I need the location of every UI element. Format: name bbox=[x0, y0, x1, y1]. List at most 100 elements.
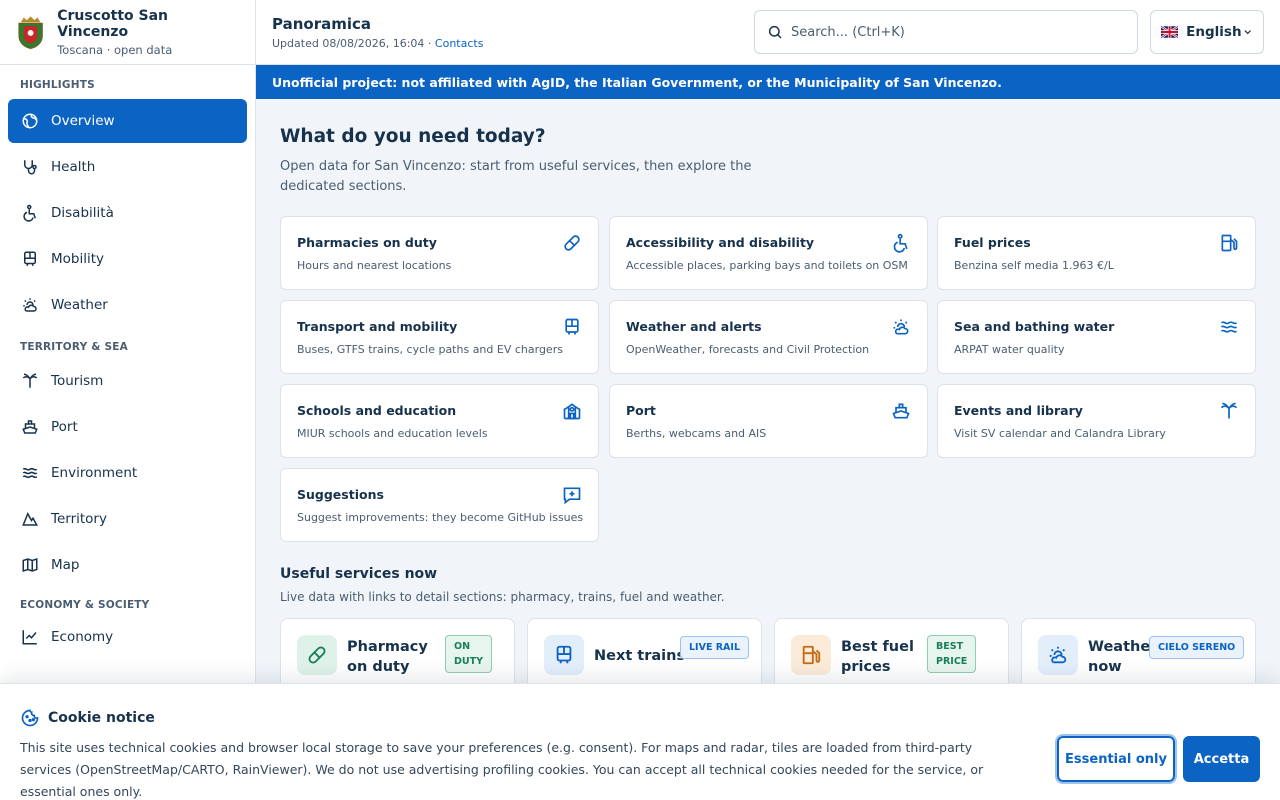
card-events[interactable]: Events and library Visit SV calendar and… bbox=[937, 384, 1256, 458]
card-sea[interactable]: Sea and bathing water ARPAT water qualit… bbox=[937, 300, 1256, 374]
card-desc: OpenWeather, forecasts and Civil Protect… bbox=[626, 343, 870, 356]
message-plus-icon bbox=[563, 487, 581, 505]
service-title: Weather now bbox=[1088, 639, 1158, 675]
brand-subtitle: Toscana · open data bbox=[57, 42, 173, 57]
card-desc: MIUR schools and education levels bbox=[297, 427, 488, 440]
service-title: Best fuel prices bbox=[841, 639, 914, 675]
stethoscope-icon bbox=[21, 158, 39, 176]
sidebar-item-overview[interactable]: Overview bbox=[8, 99, 247, 143]
sidebar-item-health[interactable]: Health bbox=[8, 145, 247, 189]
card-title: Fuel prices bbox=[954, 235, 1031, 250]
contacts-link[interactable]: Contacts bbox=[435, 37, 484, 50]
card-title: Accessibility and disability bbox=[626, 235, 815, 250]
waves-icon bbox=[1220, 321, 1238, 333]
bus-icon bbox=[21, 250, 39, 268]
sidebar-item-disability[interactable]: Disabilità bbox=[8, 191, 247, 235]
sidebar-item-label: Mobility bbox=[51, 251, 105, 267]
palm-tree-icon bbox=[1220, 402, 1238, 419]
sidebar-item-label: Environment bbox=[51, 465, 138, 481]
map-icon bbox=[21, 556, 39, 574]
search-input[interactable]: Search... (Ctrl+K) bbox=[754, 10, 1138, 54]
nav-group-title: TERRITORY & SEA bbox=[20, 341, 128, 353]
sidebar: Cruscotto San Vincenzo Toscana · open da… bbox=[0, 0, 256, 800]
sidebar-item-label: Disabilità bbox=[51, 205, 114, 221]
sidebar-item-tourism[interactable]: Tourism bbox=[8, 359, 247, 403]
card-desc: Hours and nearest locations bbox=[297, 259, 452, 272]
accept-button[interactable]: Accetta bbox=[1183, 736, 1260, 782]
sidebar-item-mobility[interactable]: Mobility bbox=[8, 237, 247, 281]
card-desc: Berths, webcams and AIS bbox=[626, 427, 767, 440]
sidebar-item-label: Weather bbox=[51, 297, 108, 313]
service-title: Next trains bbox=[594, 648, 686, 664]
card-title: Events and library bbox=[954, 403, 1083, 418]
globe-icon bbox=[21, 112, 39, 130]
sun-cloud-icon bbox=[1038, 635, 1078, 675]
sidebar-item-port[interactable]: Port bbox=[8, 405, 247, 449]
main-heading: What do you need today? bbox=[280, 126, 546, 147]
card-weather[interactable]: Weather and alerts OpenWeather, forecast… bbox=[609, 300, 928, 374]
card-schools[interactable]: Schools and education MIUR schools and e… bbox=[280, 384, 599, 458]
ship-icon bbox=[21, 418, 39, 436]
card-fuel[interactable]: Fuel prices Benzina self media 1.963 €/L bbox=[937, 216, 1256, 290]
palm-tree-icon bbox=[21, 372, 39, 390]
service-title: Pharmacy on duty bbox=[347, 639, 428, 675]
sidebar-item-label: Port bbox=[51, 419, 78, 435]
chevron-down-icon bbox=[1244, 30, 1251, 35]
card-accessibility[interactable]: Accessibility and disability Accessible … bbox=[609, 216, 928, 290]
card-desc: Suggest improvements: they become GitHub… bbox=[297, 511, 584, 524]
mountain-icon bbox=[21, 510, 39, 528]
sun-cloud-icon bbox=[21, 296, 39, 314]
sidebar-item-environment[interactable]: Environment bbox=[8, 451, 247, 495]
sidebar-item-label: Territory bbox=[51, 511, 107, 527]
card-title: Schools and education bbox=[297, 403, 457, 418]
brand[interactable]: Cruscotto San Vincenzo Toscana · open da… bbox=[0, 0, 255, 65]
fuel-icon bbox=[791, 635, 831, 675]
card-title: Port bbox=[626, 403, 656, 418]
sun-cloud-icon bbox=[893, 319, 909, 335]
status-badge: BEST PRICE bbox=[927, 635, 977, 673]
card-suggestions[interactable]: Suggestions Suggest improvements: they b… bbox=[280, 468, 599, 542]
school-icon bbox=[563, 403, 581, 420]
sidebar-item-territory[interactable]: Territory bbox=[8, 497, 247, 541]
sidebar-item-label: Economy bbox=[51, 629, 114, 645]
municipality-crest-icon bbox=[18, 16, 43, 50]
sidebar-item-label: Map bbox=[51, 557, 80, 573]
cookie-text: This site uses technical cookies and bro… bbox=[20, 740, 984, 799]
essential-only-button[interactable]: Essential only bbox=[1055, 734, 1177, 784]
cookie-title: Cookie notice bbox=[20, 708, 155, 728]
sidebar-item-weather[interactable]: Weather bbox=[8, 283, 247, 327]
card-title: Weather and alerts bbox=[626, 319, 762, 334]
accessibility-icon bbox=[893, 233, 908, 253]
status-badge: CIELO SERENO bbox=[1149, 636, 1245, 659]
sidebar-item-label: Tourism bbox=[51, 373, 104, 389]
status-badge: ON DUTY bbox=[445, 635, 492, 673]
page-title: Panoramica bbox=[272, 15, 372, 33]
bus-icon bbox=[544, 635, 584, 675]
card-pharmacies[interactable]: Pharmacies on duty Hours and nearest loc… bbox=[280, 216, 599, 290]
updated-timestamp: Updated 08/08/2026, 16:04 · Contacts bbox=[272, 37, 483, 50]
language-label: English bbox=[1186, 24, 1242, 40]
services-heading: Useful services now bbox=[280, 566, 438, 582]
disclaimer-banner: Unofficial project: not affiliated with … bbox=[256, 65, 1280, 99]
card-desc: Buses, GTFS trains, cycle paths and EV c… bbox=[297, 343, 563, 356]
nav-group-title: ECONOMY & SOCIETY bbox=[20, 599, 150, 611]
bus-icon bbox=[565, 318, 579, 335]
sidebar-item-map[interactable]: Map bbox=[8, 543, 247, 587]
pill-icon bbox=[297, 635, 337, 675]
ship-icon bbox=[892, 403, 910, 419]
card-title: Transport and mobility bbox=[297, 319, 458, 334]
card-transport[interactable]: Transport and mobility Buses, GTFS train… bbox=[280, 300, 599, 374]
waves-icon bbox=[21, 464, 39, 482]
brand-title: Cruscotto San Vincenzo bbox=[57, 7, 169, 40]
card-title: Suggestions bbox=[297, 487, 384, 502]
search-icon bbox=[768, 25, 782, 39]
cookie-notice: Cookie notice This site uses technical c… bbox=[0, 683, 1280, 800]
sidebar-item-label: Health bbox=[51, 159, 96, 175]
sidebar-item-economy[interactable]: Economy bbox=[8, 615, 247, 659]
updated-text: Updated 08/08/2026, 16:04 · bbox=[272, 37, 432, 50]
card-port[interactable]: Port Berths, webcams and AIS bbox=[609, 384, 928, 458]
cookie-icon bbox=[21, 709, 39, 727]
pill-icon bbox=[564, 235, 580, 251]
main-intro: Open data for San Vincenzo: start from u… bbox=[280, 159, 752, 194]
language-select[interactable]: English bbox=[1150, 10, 1264, 54]
